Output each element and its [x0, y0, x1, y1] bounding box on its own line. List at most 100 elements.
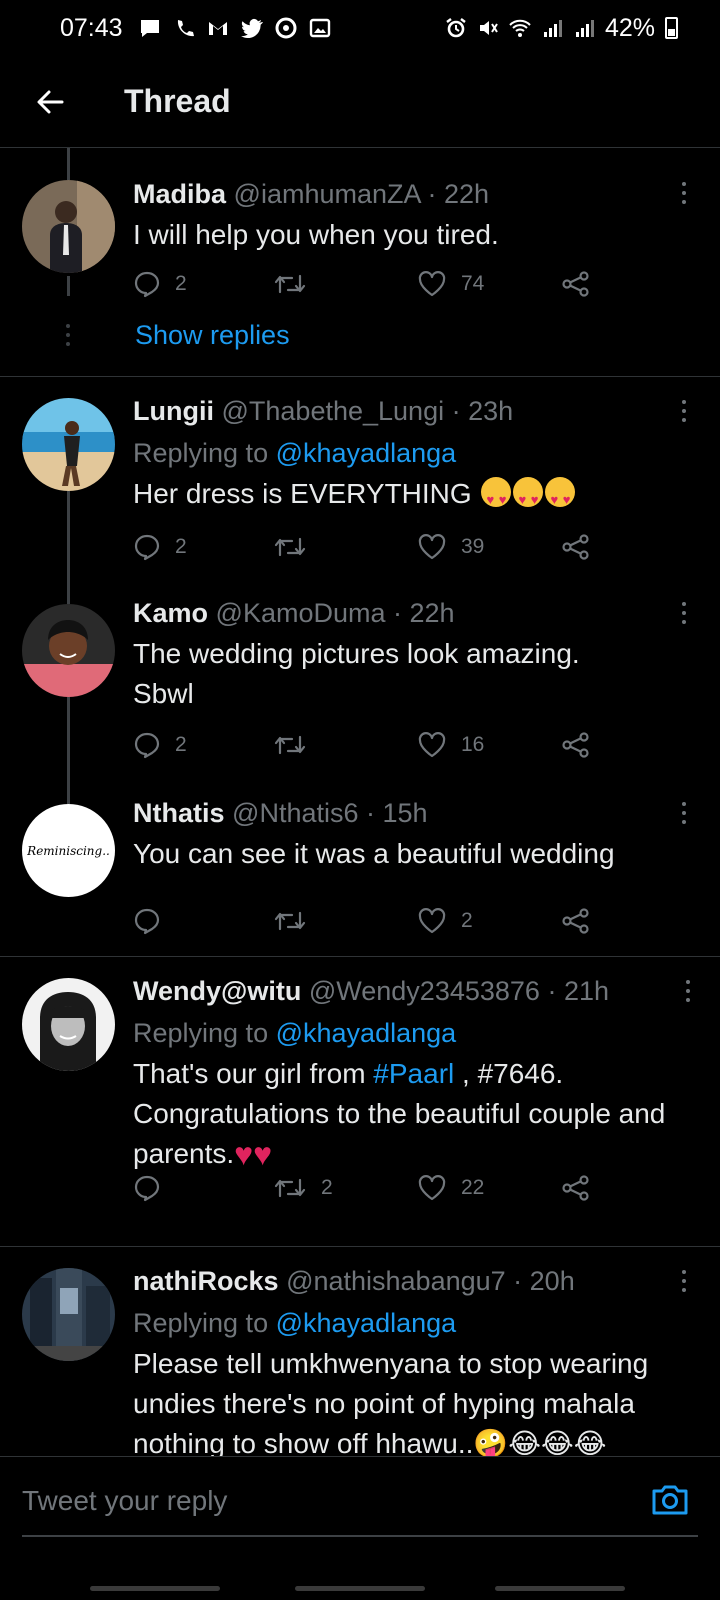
replying-to: Replying to @khayadlanga [133, 1306, 700, 1340]
avatar[interactable] [22, 398, 115, 491]
retweet-button[interactable] [273, 728, 321, 762]
user-handle: @KamoDuma [215, 598, 386, 628]
retweet-button[interactable] [273, 904, 321, 938]
replying-to-handle[interactable]: @khayadlanga [276, 438, 457, 468]
avatar[interactable] [22, 180, 115, 273]
replying-to-handle[interactable]: @khayadlanga [276, 1308, 457, 1338]
tweet-text-part: That's our girl from [133, 1058, 374, 1089]
laughing-emoji: 🤪😂😂😂 [473, 1428, 607, 1456]
tweet-text: I will help you when you tired. [133, 219, 499, 250]
tweet[interactable]: Reminiscing.. Nthatis @Nthatis6 · 15h Yo… [0, 780, 720, 957]
more-options-button[interactable] [674, 1266, 694, 1296]
display-name[interactable]: Lungii [133, 396, 214, 426]
camera-button[interactable] [650, 1479, 690, 1519]
display-name[interactable]: Kamo [133, 598, 208, 628]
display-name[interactable]: Nthatis [133, 798, 225, 828]
share-button[interactable] [561, 1171, 591, 1205]
reply-icon [134, 908, 160, 935]
tweet-meta: Lungii @Thabethe_Lungi · 23h [133, 394, 700, 428]
avatar-image [22, 1268, 115, 1361]
reply-button[interactable] [133, 904, 175, 938]
gallery-notification-icon [309, 18, 330, 38]
share-icon [562, 732, 589, 758]
avatar-image [22, 604, 115, 697]
page-title: Thread [124, 83, 231, 119]
tweet-text-body: Her dress is EVERYTHING [133, 478, 472, 509]
more-options-button[interactable] [674, 396, 694, 426]
show-replies-link[interactable]: Show replies [135, 320, 290, 351]
reply-button[interactable]: 2 [133, 267, 187, 301]
display-name[interactable]: nathiRocks [133, 1266, 279, 1296]
nav-home-button[interactable] [295, 1586, 425, 1591]
tweet[interactable]: Madiba @iamhumanZA · 22h I will help you… [0, 148, 720, 377]
like-button[interactable]: 16 [417, 728, 484, 762]
display-name[interactable]: Wendy@witu [133, 976, 301, 1006]
more-options-button[interactable] [674, 598, 694, 628]
hashtag-link[interactable]: #Paarl [373, 1058, 454, 1089]
tweet-reply-input[interactable]: Tweet your reply [22, 1485, 227, 1517]
thread-line [67, 697, 70, 780]
nav-back-button[interactable] [495, 1586, 625, 1591]
app-notification-icon [275, 17, 297, 39]
like-count: 22 [461, 1176, 485, 1199]
retweet-button[interactable] [273, 530, 321, 564]
battery-icon [665, 17, 678, 39]
replying-to: Replying to @khayadlanga [133, 436, 700, 470]
status-time: 07:43 [60, 13, 123, 42]
tweet-content: Nthatis @Nthatis6 · 15h You can see it w… [133, 796, 700, 874]
like-button[interactable]: 2 [417, 904, 473, 938]
reply-icon [134, 271, 160, 298]
tweet-content: Kamo @KamoDuma · 22h The wedding picture… [133, 596, 700, 714]
reply-button[interactable] [133, 1171, 175, 1205]
reply-count: 2 [175, 272, 187, 295]
red-heart-emoji: ♥♥ [234, 1136, 273, 1172]
avatar[interactable] [22, 604, 115, 697]
thread-line [67, 148, 70, 180]
tweet[interactable]: Kamo @KamoDuma · 22h The wedding picture… [0, 580, 720, 780]
battery-percent: 42% [604, 13, 655, 42]
retweet-count: 2 [321, 1176, 333, 1199]
avatar[interactable] [22, 1268, 115, 1361]
share-button[interactable] [561, 904, 591, 938]
retweet-button[interactable]: 2 [273, 1171, 333, 1205]
tweet-text: The wedding pictures look amazing. Sbwl [133, 638, 580, 709]
retweet-icon [274, 1178, 306, 1198]
replying-to-handle[interactable]: @khayadlanga [276, 1018, 457, 1048]
nav-recents-button[interactable] [90, 1586, 220, 1591]
tweet[interactable]: Lungii @Thabethe_Lungi · 23h Replying to… [0, 378, 720, 580]
like-button[interactable]: 74 [417, 267, 484, 301]
reply-count: 2 [175, 535, 187, 558]
display-name[interactable]: Madiba [133, 179, 226, 209]
heart-icon [418, 732, 446, 758]
avatar[interactable] [22, 978, 115, 1071]
like-button[interactable]: 39 [417, 530, 484, 564]
like-count: 39 [461, 535, 485, 558]
avatar-image [22, 180, 115, 273]
share-icon [562, 1175, 589, 1201]
share-button[interactable] [561, 728, 591, 762]
thread-line [67, 491, 70, 580]
tweet[interactable]: nathiRocks @nathishabangu7 · 20h Replyin… [0, 1248, 720, 1456]
tweet-content: nathiRocks @nathishabangu7 · 20h Replyin… [133, 1264, 700, 1456]
tweet-time: · 15h [366, 798, 428, 828]
like-button[interactable]: 22 [417, 1171, 484, 1205]
camera-icon [652, 1485, 688, 1515]
avatar-image [22, 398, 115, 491]
reply-button[interactable]: 2 [133, 728, 187, 762]
reply-button[interactable]: 2 [133, 530, 187, 564]
phone-notification-icon [177, 20, 194, 37]
tweet-actions: 2 16 [133, 728, 603, 762]
tweet[interactable]: Wendy@witu @Wendy23453876 · 21h Replying… [0, 958, 720, 1247]
share-button[interactable] [561, 530, 591, 564]
back-button[interactable] [20, 72, 80, 132]
heart-eyes-emoji [481, 477, 512, 520]
more-options-button[interactable] [674, 798, 694, 828]
user-handle: @Wendy23453876 [308, 976, 540, 1006]
retweet-button[interactable] [273, 267, 321, 301]
share-button[interactable] [561, 267, 591, 301]
tweet-text: Her dress is EVERYTHING [133, 474, 700, 520]
more-options-button[interactable] [678, 976, 698, 1006]
avatar[interactable]: Reminiscing.. [22, 804, 115, 897]
more-options-button[interactable] [674, 178, 694, 208]
avatar-image [22, 978, 115, 1071]
